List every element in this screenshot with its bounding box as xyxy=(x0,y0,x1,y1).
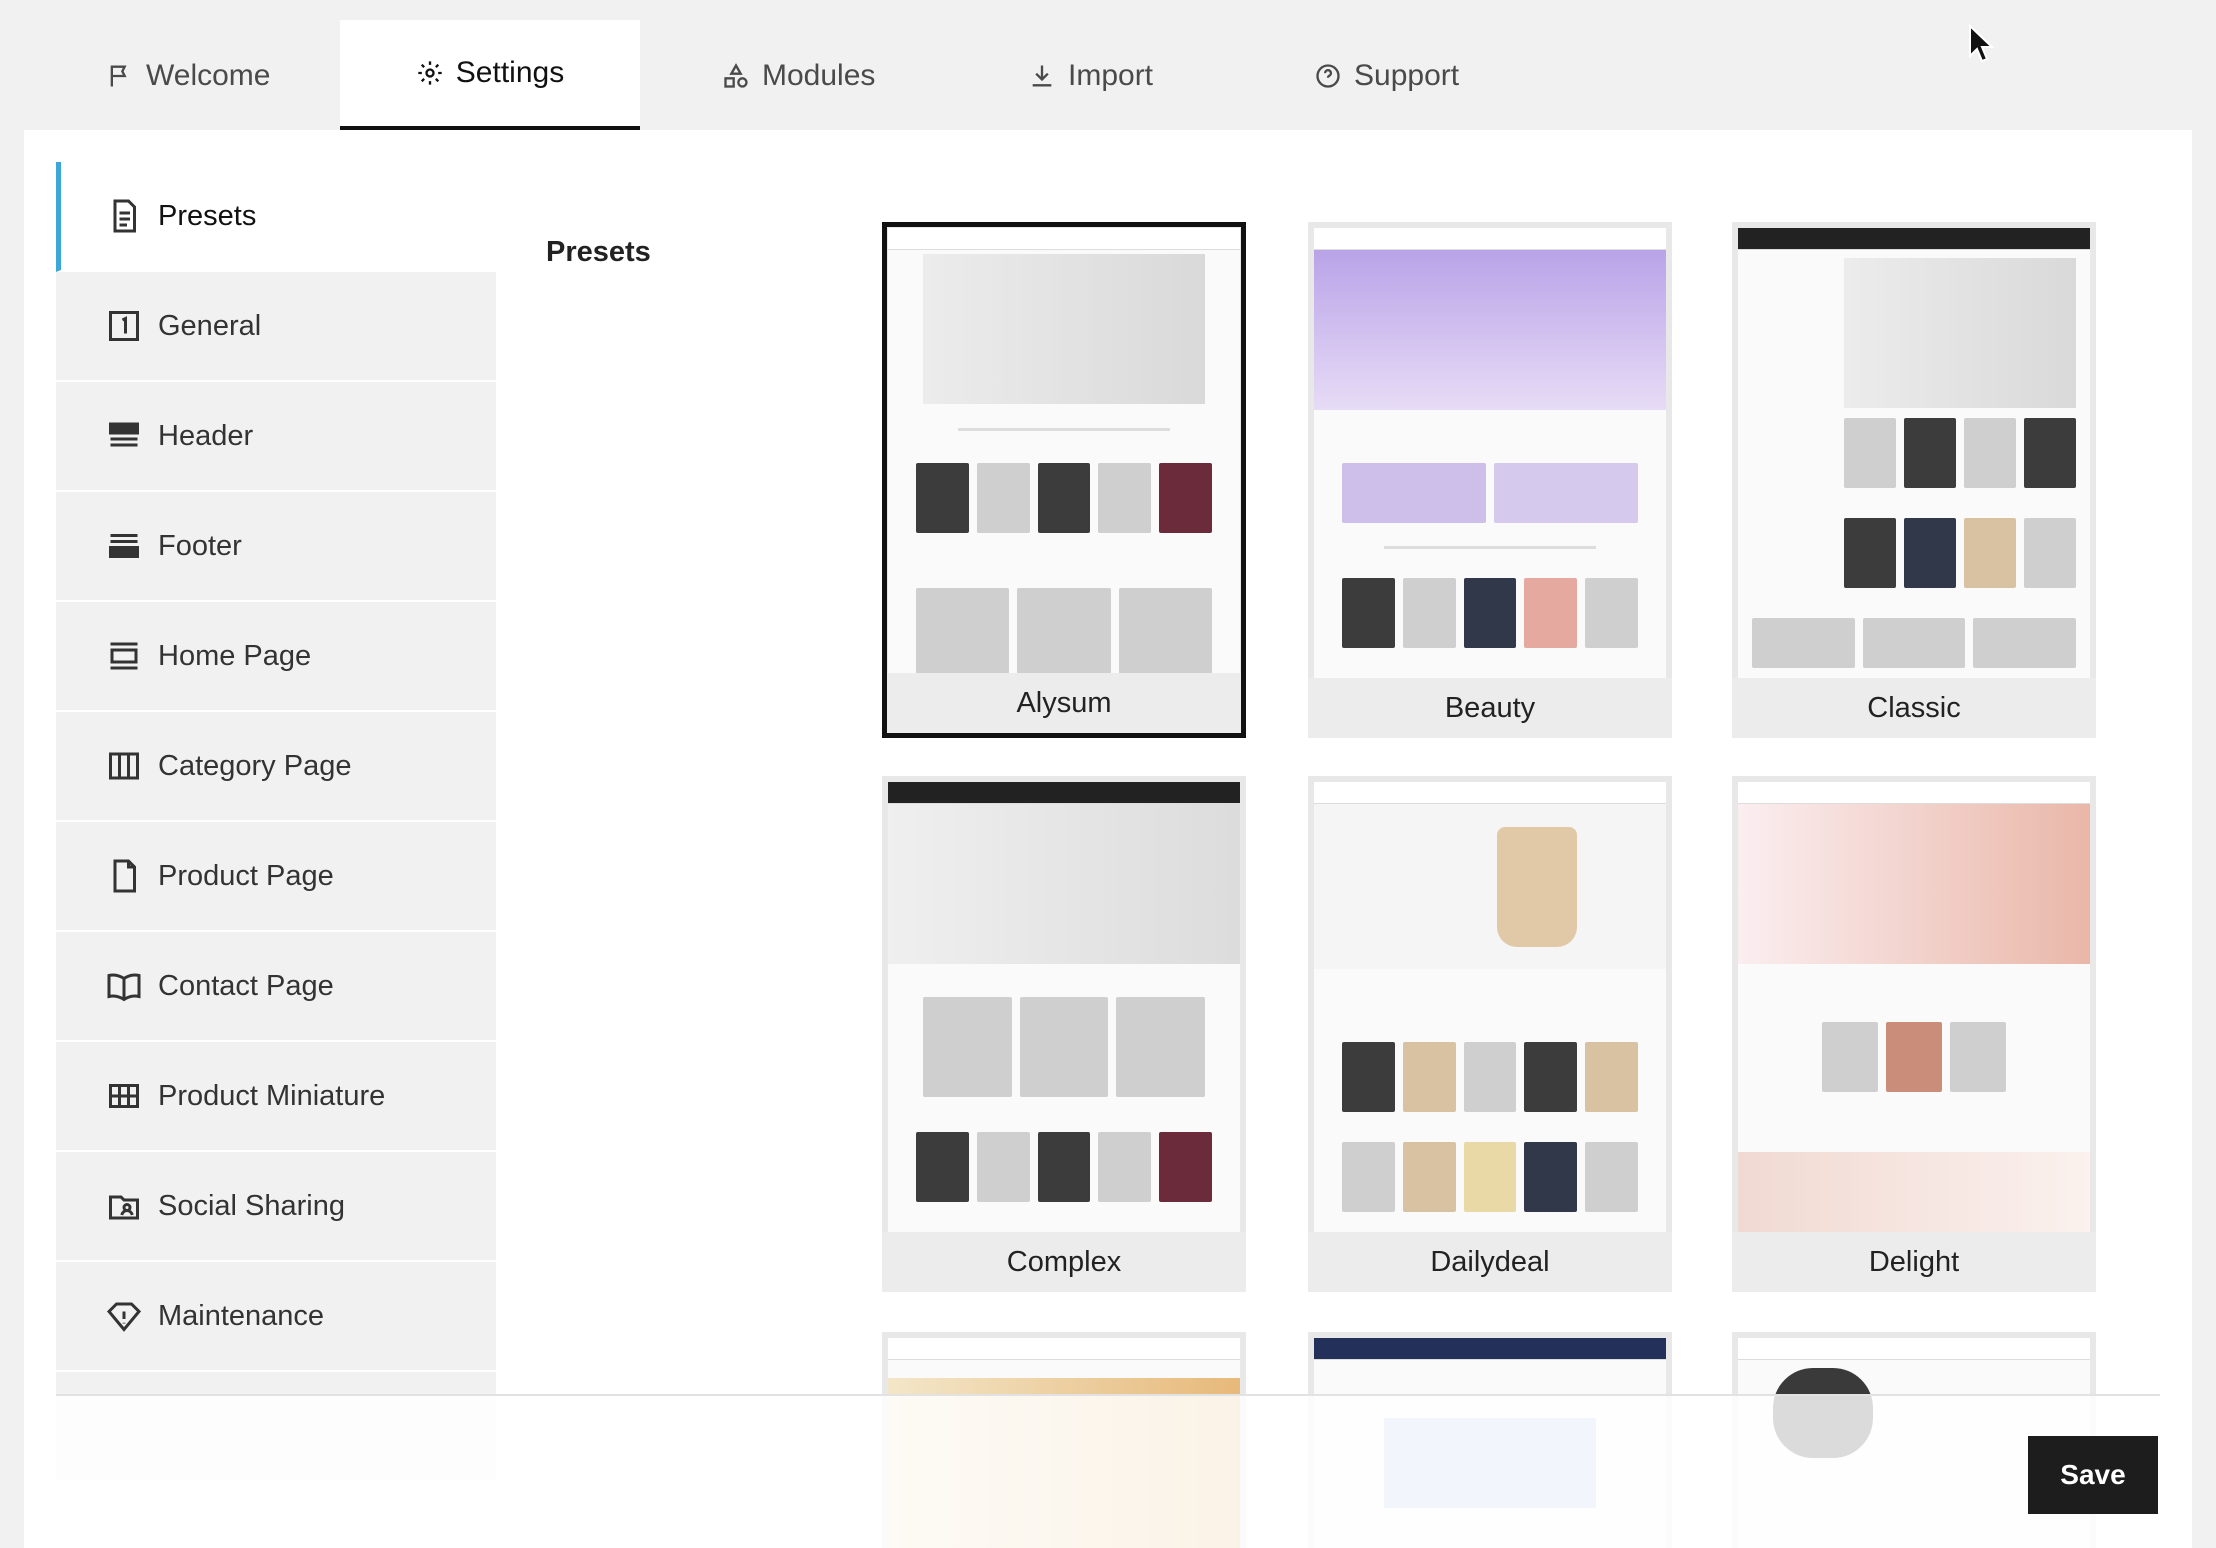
preset-thumbnail xyxy=(1314,228,1666,678)
preset-thumbnail xyxy=(888,228,1240,678)
tab-settings[interactable]: Settings xyxy=(340,20,640,132)
diamond-icon xyxy=(106,1302,142,1332)
sidebar-item-presets[interactable]: Presets xyxy=(56,162,496,272)
preset-thumbnail xyxy=(1314,782,1666,1232)
header-icon xyxy=(109,422,139,447)
sidebar-item-home-page[interactable]: Home Page xyxy=(56,602,496,712)
sidebar-item-label: Header xyxy=(158,419,254,452)
preset-name: Delight xyxy=(1732,1232,2096,1292)
download-icon xyxy=(1032,65,1052,87)
preset-card-complex[interactable]: Complex xyxy=(882,776,1246,1292)
folder-user-icon xyxy=(109,1195,139,1220)
sidebar-item-product-miniature[interactable]: Product Miniature xyxy=(56,1042,496,1152)
footer-icon xyxy=(109,534,139,558)
page-icon xyxy=(113,859,136,893)
preset-name: Alysum xyxy=(887,673,1241,733)
shapes-icon xyxy=(724,63,748,88)
sidebar-item-label: Category Page xyxy=(158,749,352,782)
help-circle-icon xyxy=(1316,64,1340,88)
sidebar-item-label: Presets xyxy=(158,199,257,232)
tab-import[interactable]: Import xyxy=(1028,20,1198,132)
columns-icon xyxy=(109,752,139,780)
sidebar-item-product-page[interactable]: Product Page xyxy=(56,822,496,932)
preset-thumbnail xyxy=(1738,782,2090,1232)
preset-thumbnail xyxy=(1738,228,2090,678)
tab-support-label: Support xyxy=(1354,59,1460,92)
tab-support[interactable]: Support xyxy=(1314,20,1494,132)
top-tabs: Welcome Settings Modules Import Support xyxy=(0,0,2216,132)
footer-bar xyxy=(56,1394,2160,1548)
sidebar-item-label: General xyxy=(158,309,262,342)
book-icon xyxy=(107,973,141,1002)
sidebar-item-label: Maintenance xyxy=(158,1299,325,1332)
preset-card-delight[interactable]: Delight xyxy=(1732,776,2096,1292)
sidebar-item-label: Footer xyxy=(158,529,242,562)
sidebar-item-social-sharing[interactable]: Social Sharing xyxy=(56,1152,496,1262)
flag-icon xyxy=(110,65,127,87)
tab-modules[interactable]: Modules xyxy=(722,20,902,132)
tab-settings-label: Settings xyxy=(455,56,565,89)
sidebar-item-header[interactable]: Header xyxy=(56,382,496,492)
tab-welcome-label: Welcome xyxy=(146,59,271,92)
tab-modules-label: Modules xyxy=(762,59,876,92)
gear-icon xyxy=(418,61,442,85)
sidebar-item-label: Social Sharing xyxy=(158,1189,345,1222)
presets-section-title: Presets xyxy=(546,236,651,268)
settings-sidebar: Presets General Header Footer Home Page … xyxy=(56,162,496,1548)
grid-icon xyxy=(109,1084,139,1108)
preset-card-classic[interactable]: Classic xyxy=(1732,222,2096,738)
sidebar-item-label: Home Page xyxy=(158,639,312,672)
sidebar-item-category-page[interactable]: Category Page xyxy=(56,712,496,822)
preset-thumbnail xyxy=(888,782,1240,1232)
sidebar-item-maintenance[interactable]: Maintenance xyxy=(56,1262,496,1372)
preset-name: Classic xyxy=(1732,678,2096,738)
sidebar-item-label: Product Page xyxy=(158,859,334,892)
sidebar-item-label: Contact Page xyxy=(158,969,334,1002)
mouse-cursor-icon xyxy=(1969,24,1994,63)
save-button[interactable]: Save xyxy=(2028,1436,2158,1514)
home-layout-icon xyxy=(110,642,138,670)
preset-name: Beauty xyxy=(1308,678,1672,738)
sidebar-item-general[interactable]: General xyxy=(56,272,496,382)
tab-welcome[interactable]: Welcome xyxy=(106,20,286,132)
preset-card-beauty[interactable]: Beauty xyxy=(1308,222,1672,738)
tab-import-label: Import xyxy=(1068,59,1154,92)
number-one-icon xyxy=(109,311,139,341)
document-icon xyxy=(113,199,136,233)
preset-card-alysum[interactable]: Alysum xyxy=(882,222,1246,738)
sidebar-item-label: Product Miniature xyxy=(158,1079,386,1112)
preset-card-dailydeal[interactable]: Dailydeal xyxy=(1308,776,1672,1292)
sidebar-item-footer[interactable]: Footer xyxy=(56,492,496,602)
preset-name: Complex xyxy=(882,1232,1246,1292)
preset-name: Dailydeal xyxy=(1308,1232,1672,1292)
sidebar-item-contact-page[interactable]: Contact Page xyxy=(56,932,496,1042)
